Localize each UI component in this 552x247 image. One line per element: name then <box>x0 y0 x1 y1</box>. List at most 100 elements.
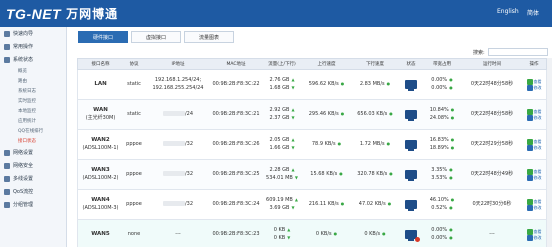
ops-cell: 查看 修改 <box>522 220 546 247</box>
sidebar-item-system-status[interactable]: 系统状态 <box>0 53 66 66</box>
up-dot-icon: ● <box>337 140 342 146</box>
traffic-cell: 2.76 GB ▲ 1.68 GB ▼ <box>269 77 295 91</box>
traffic-cell: 609.19 MB ▲ 3.69 GB ▼ <box>266 197 298 211</box>
edit-link[interactable]: 修改 <box>526 144 542 151</box>
table-row: WAN5 none --- 00:9B:2B:F8:3C:23 0 KB ▲ 0 K… <box>77 220 547 247</box>
down-dot-icon: ● <box>386 140 391 146</box>
col-uptime[interactable]: 运行时间 <box>462 59 522 69</box>
down-arrow-icon: ▼ <box>291 114 295 120</box>
table-header: 接口名称 协议 IP地址 MAC地址 流量(上/下行) 上行速度 下行速度 状态… <box>77 58 547 70</box>
up-speed-cell: 78.9 KB/s ● <box>311 140 342 147</box>
iface-cell: WAN2 (ADSL100M-1) <box>82 136 119 151</box>
edit-link[interactable]: 修改 <box>526 234 542 241</box>
sidebar-item-security[interactable]: 网络安全 <box>0 159 66 172</box>
down-dot-icon: ● <box>389 170 393 176</box>
sidebar-sub-qq-rank[interactable]: QQ在线排行 <box>0 126 66 136</box>
down-speed-cell: 2.83 MB/s ● <box>359 80 391 87</box>
lang-chinese-link[interactable]: 简体 <box>527 8 539 17</box>
col-traffic[interactable]: 流量(上/下行) <box>261 59 303 69</box>
edit-link[interactable]: 修改 <box>526 114 542 121</box>
sidebar-sub-syslog[interactable]: 系统日志 <box>0 86 66 96</box>
system-status-icon <box>4 56 10 63</box>
up-arrow-icon: ▲ <box>291 77 295 83</box>
sidebar-item-common-ops[interactable]: 常用操作 <box>0 40 66 53</box>
network-icon <box>4 149 10 156</box>
sidebar-sub-overview[interactable]: 概览 <box>0 66 66 76</box>
proto-cell: pppoe <box>126 200 142 207</box>
mac-cell: 00:9B:2B:F8:3C:23 <box>212 230 260 237</box>
down-speed-cell: 656.03 KB/s ● <box>357 110 393 117</box>
up-speed-cell: 216.11 KB/s ● <box>308 200 345 207</box>
tab-virtual[interactable]: 虚拟接口 <box>131 31 182 43</box>
col-ip[interactable]: IP地址 <box>145 59 211 69</box>
proto-cell: static <box>127 80 141 87</box>
col-status[interactable]: 状态 <box>400 59 422 69</box>
bandwidth-cell: 10.84% ● 24.08% ● <box>429 107 455 121</box>
col-name[interactable]: 接口名称 <box>78 59 123 69</box>
col-mac[interactable]: MAC地址 <box>211 59 261 69</box>
ops-cell: 查看 修改 <box>522 100 546 129</box>
down-dot-icon: ● <box>449 84 453 90</box>
col-bandwidth[interactable]: 带宽占用 <box>422 59 462 69</box>
search-label: 搜索: <box>473 49 485 56</box>
up-dot-icon: ● <box>450 197 455 203</box>
sidebar-sub-route[interactable]: 路由 <box>0 76 66 86</box>
iface-cell: WAN4 (ADSL100M-3) <box>82 196 119 211</box>
col-proto[interactable]: 协议 <box>123 59 145 69</box>
ip-cell: /24 <box>145 100 211 129</box>
common-ops-icon <box>4 43 10 50</box>
ops-cell: 查看 修改 <box>522 160 546 189</box>
sidebar-item-network[interactable]: 网络设置 <box>0 146 66 159</box>
status-cell <box>400 220 422 247</box>
status-cell <box>400 100 422 129</box>
col-down-speed[interactable]: 下行速度 <box>350 59 400 69</box>
up-dot-icon: ● <box>340 110 345 116</box>
bandwidth-cell: 46.10% ● 0.52% ● <box>429 197 455 211</box>
col-ops: 操作 <box>529 62 539 67</box>
edit-link[interactable]: 修改 <box>526 204 542 211</box>
tab-traffic-chart[interactable]: 流量图表 <box>184 31 235 43</box>
redacted-ip <box>162 200 185 206</box>
edit-icon <box>526 234 533 241</box>
down-dot-icon: ● <box>450 114 455 120</box>
tab-bar: 硬件接口 虚拟接口 流量图表 <box>78 31 237 43</box>
sidebar-item-multiline[interactable]: 多线设置 <box>0 172 66 185</box>
mac-cell: 00:9B:2B:F8:3C:21 <box>212 110 260 117</box>
vertical-scrollbar[interactable] <box>547 58 552 247</box>
computer-icon <box>405 140 417 151</box>
bandwidth-cell: 3.35% ● 3.53% ● <box>431 167 453 181</box>
up-dot-icon: ● <box>340 200 345 206</box>
down-arrow-icon: ▼ <box>287 234 291 240</box>
lang-english-link[interactable]: English <box>497 8 519 15</box>
iface-cell: WAN (主光纤30M) <box>85 106 116 121</box>
tab-hardware[interactable]: 硬件接口 <box>78 31 129 43</box>
edit-link[interactable]: 修改 <box>526 174 542 181</box>
sidebar-sub-app-stats[interactable]: 应用统计 <box>0 116 66 126</box>
redacted-ip <box>162 110 185 116</box>
sidebar-sub-realtime[interactable]: 实时监控 <box>0 96 66 106</box>
edit-icon <box>526 84 533 91</box>
uptime-cell: 0天22时48分58秒 <box>470 80 514 87</box>
table-row: LAN static 192.168.1.254/24; 192.168.255.… <box>77 70 547 100</box>
edit-link[interactable]: 修改 <box>526 84 542 91</box>
proto-cell: pppoe <box>126 170 142 177</box>
search-area: 搜索: <box>473 48 548 56</box>
down-dot-icon: ● <box>449 204 453 210</box>
traffic-cell: 2.05 GB ▲ 1.66 GB ▼ <box>269 137 295 151</box>
down-dot-icon: ● <box>386 80 391 86</box>
up-dot-icon: ● <box>340 80 345 86</box>
sidebar-item-qos[interactable]: QoS流控 <box>0 185 66 198</box>
sidebar-sub-interface-status[interactable]: 接口状态 <box>0 136 66 146</box>
redacted-ip <box>162 170 185 176</box>
col-up-speed[interactable]: 上行速度 <box>303 59 350 69</box>
down-speed-cell: 320.78 KB/s ● <box>357 170 393 177</box>
search-input[interactable] <box>487 48 548 56</box>
sidebar-item-groups[interactable]: 分组管理 <box>0 198 66 211</box>
ip-cell: /32 <box>145 160 211 189</box>
sidebar-sub-local[interactable]: 本地监控 <box>0 106 66 116</box>
sidebar-item-quick-wizard[interactable]: 快速向导 <box>0 27 66 40</box>
up-speed-cell: 596.62 KB/s ● <box>308 80 345 87</box>
computer-icon <box>405 170 417 181</box>
table-row: WAN2 (ADSL100M-1) pppoe /32 00:9B:2B:F8:3… <box>77 130 547 160</box>
ops-cell: 查看 修改 <box>522 70 546 99</box>
